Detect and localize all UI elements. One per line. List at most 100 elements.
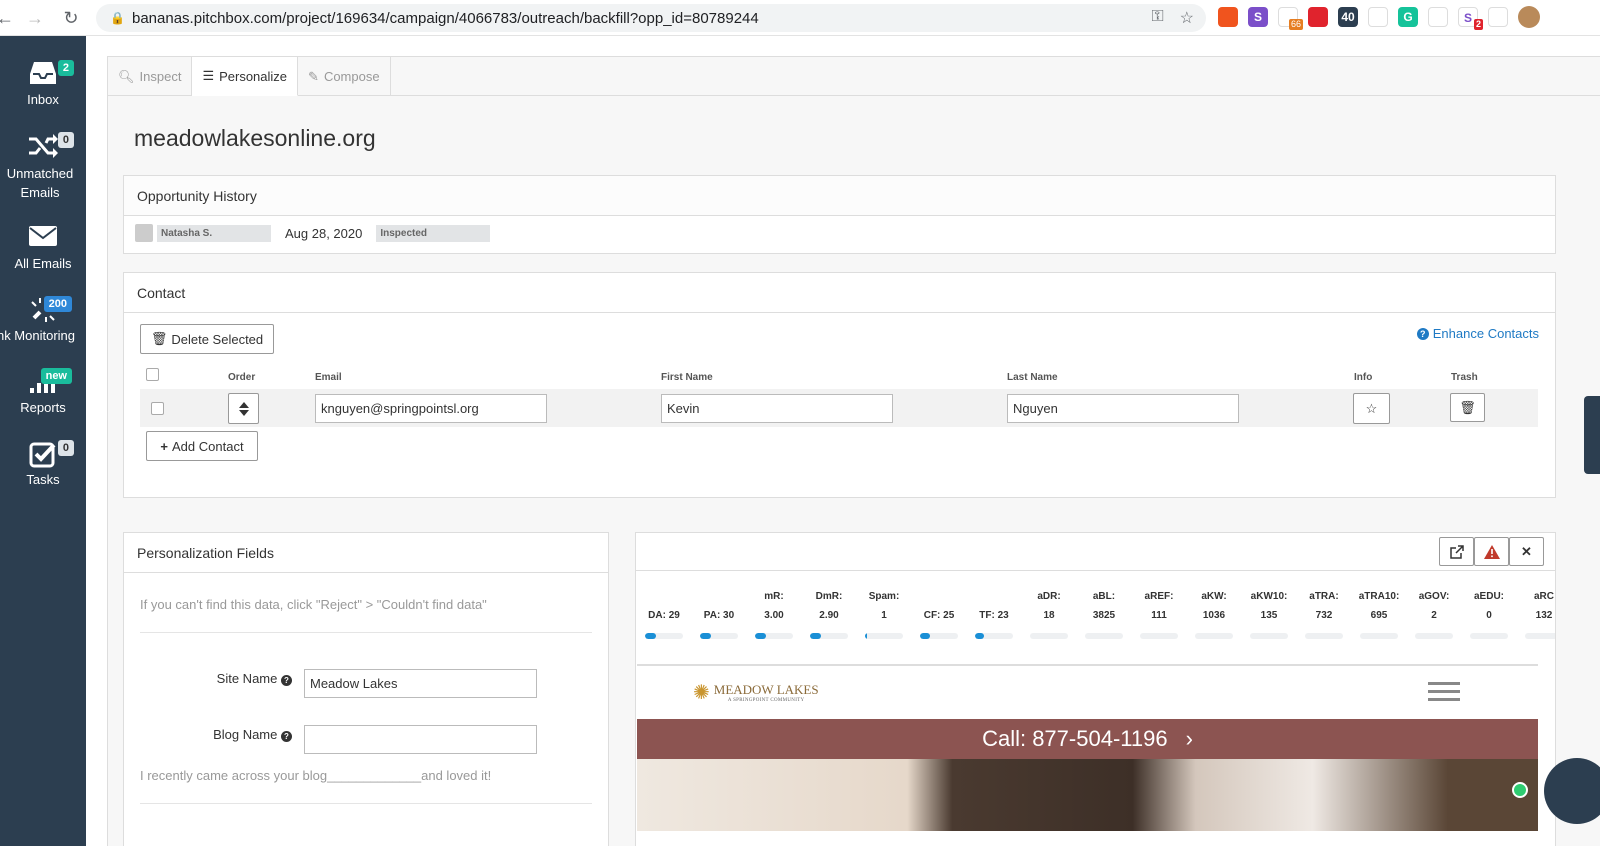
history-date: Aug 28, 2020 bbox=[285, 225, 363, 241]
enhance-contacts-link[interactable]: ? Enhance Contacts bbox=[1416, 326, 1539, 341]
metric-bar bbox=[1470, 633, 1508, 639]
metric-bar bbox=[700, 633, 738, 639]
metric-value: 732 bbox=[1315, 610, 1333, 621]
user-chip: Natasha S. bbox=[135, 224, 271, 242]
question-circle-icon: ? bbox=[281, 731, 292, 742]
metric-item: DA: 29 bbox=[639, 591, 689, 639]
sidebar-item-label: Unmatched Emails bbox=[6, 166, 74, 200]
reload-icon[interactable]: ↻ bbox=[56, 3, 86, 33]
sidebar-item-unmatched-emails[interactable]: Unmatched Emails 0 bbox=[0, 132, 86, 202]
close-button[interactable]: ✕ bbox=[1509, 537, 1544, 566]
personalization-panel: Personalization Fields If you can't find… bbox=[123, 532, 609, 846]
select-all-checkbox[interactable] bbox=[146, 368, 159, 381]
open-external-button[interactable] bbox=[1439, 537, 1474, 566]
metric-bar-fill bbox=[975, 633, 984, 639]
opportunity-history-panel: Opportunity History Natasha S. Aug 28, 2… bbox=[123, 175, 1556, 254]
logo-text: MEADOW LAKES bbox=[713, 682, 819, 697]
row-checkbox[interactable] bbox=[151, 402, 164, 415]
forward-icon[interactable]: → bbox=[20, 3, 50, 33]
hero-photo bbox=[637, 759, 1538, 831]
info-button[interactable]: ☆ bbox=[1353, 393, 1390, 424]
call-banner[interactable]: Call: 877-504-1196 › bbox=[637, 719, 1538, 759]
unmatched-count-badge: 0 bbox=[57, 132, 74, 148]
sort-icon bbox=[238, 401, 249, 416]
ext-record-icon[interactable] bbox=[1308, 7, 1328, 27]
metric-value: 0 bbox=[1486, 610, 1492, 621]
last-name-field[interactable]: Nguyen bbox=[1007, 394, 1239, 423]
tab-compose[interactable]: ✎ Compose bbox=[298, 57, 391, 96]
history-user: Natasha S. bbox=[157, 224, 271, 242]
tab-label: Compose bbox=[323, 69, 380, 84]
ext-grammarly-icon[interactable]: G bbox=[1398, 7, 1418, 27]
site-name-input[interactable]: Meadow Lakes bbox=[304, 669, 537, 698]
list-icon: ☰ bbox=[202, 68, 215, 83]
first-name-field[interactable]: Kevin bbox=[661, 394, 893, 423]
ext-40-icon[interactable]: 40 bbox=[1338, 7, 1358, 27]
sidebar-item-link-monitoring[interactable]: nk Monitoring 200 bbox=[0, 296, 86, 343]
address-bar[interactable]: 🔒 bananas.pitchbox.com/project/169634/ca… bbox=[96, 4, 1206, 32]
ext-s-icon[interactable]: S bbox=[1248, 7, 1268, 27]
bookmark-star-icon[interactable]: ☆ bbox=[1180, 8, 1194, 28]
url-text: bananas.pitchbox.com/project/169634/camp… bbox=[132, 9, 759, 27]
sidebar-item-inbox[interactable]: Inbox 2 bbox=[0, 60, 86, 107]
logo-subtext: A SPRINGPOINT COMMUNITY bbox=[727, 698, 805, 703]
ext-fox-icon[interactable] bbox=[1218, 7, 1238, 27]
sidebar-item-label: Tasks bbox=[26, 472, 60, 487]
metric-value: 1 bbox=[881, 610, 887, 621]
column-header-order: Order bbox=[228, 372, 256, 383]
metric-label: mR: bbox=[764, 591, 784, 602]
trash-button[interactable]: 🗑︎ bbox=[1450, 393, 1485, 422]
question-circle-icon: ? bbox=[281, 675, 292, 686]
reports-new-badge: new bbox=[40, 368, 72, 384]
report-button[interactable] bbox=[1474, 537, 1509, 566]
metric-bar-fill bbox=[920, 633, 930, 639]
external-link-icon bbox=[1449, 544, 1464, 559]
plus-icon: + bbox=[160, 438, 169, 454]
profile-avatar[interactable] bbox=[1518, 6, 1540, 28]
ext-puzzle-icon[interactable] bbox=[1488, 7, 1508, 27]
metric-value: TF: 23 bbox=[979, 610, 1009, 621]
metric-value: PA: 30 bbox=[703, 610, 735, 621]
ext-dots-icon[interactable]: 66 bbox=[1278, 7, 1303, 30]
menu-icon[interactable] bbox=[1428, 682, 1460, 706]
sidebar-item-tasks[interactable]: Tasks 0 bbox=[0, 440, 86, 487]
sidebar-item-all-emails[interactable]: All Emails bbox=[0, 224, 86, 271]
metric-bar bbox=[755, 633, 793, 639]
metric-bar bbox=[645, 633, 683, 639]
ext-lastpass-icon[interactable] bbox=[1428, 7, 1448, 27]
metric-bar bbox=[975, 633, 1013, 639]
email-field[interactable]: knguyen@springpointsl.org bbox=[315, 394, 547, 423]
page-title: meadowlakesonline.org bbox=[134, 125, 376, 151]
blog-name-label: Blog Name ? bbox=[164, 727, 292, 742]
sun-logo-icon: ✺ bbox=[693, 682, 710, 704]
metric-bar-fill bbox=[865, 633, 868, 639]
sidebar-item-reports[interactable]: Reports new bbox=[0, 368, 86, 415]
metric-item: PA: 30 bbox=[694, 591, 744, 639]
lock-icon: 🔒 bbox=[110, 11, 125, 25]
history-row: Natasha S. Aug 28, 2020 Inspected bbox=[124, 216, 1555, 250]
metric-item: aTRA: 732 bbox=[1299, 591, 1349, 639]
metric-bar bbox=[1525, 633, 1555, 639]
ext-link-icon[interactable] bbox=[1368, 7, 1388, 27]
delete-selected-button[interactable]: 🗑︎ Delete Selected bbox=[140, 324, 274, 354]
metric-label: aEDU: bbox=[1473, 591, 1504, 602]
reorder-button[interactable] bbox=[228, 393, 259, 424]
user-avatar-icon bbox=[135, 224, 153, 242]
metric-value: 3.00 bbox=[764, 610, 784, 621]
feedback-side-tab[interactable] bbox=[1584, 396, 1600, 474]
add-contact-button[interactable]: + Add Contact bbox=[146, 431, 258, 461]
ext-s2-icon[interactable]: S2 bbox=[1458, 7, 1483, 30]
back-icon[interactable]: ← bbox=[0, 3, 20, 33]
tab-label: Inspect bbox=[139, 69, 182, 84]
warning-icon bbox=[1483, 544, 1500, 559]
column-header-info: Info bbox=[1354, 372, 1373, 383]
blog-sentence: I recently came across your blog________… bbox=[140, 768, 492, 783]
blog-name-input[interactable] bbox=[304, 725, 537, 754]
panel-title: Opportunity History bbox=[124, 176, 1555, 216]
sidebar-item-label: All Emails bbox=[14, 256, 72, 271]
tab-inspect[interactable]: 🔍︎ Inspect bbox=[108, 57, 193, 96]
key-icon[interactable]: ⚿ bbox=[1151, 8, 1163, 28]
metric-item: TF: 23 bbox=[969, 591, 1019, 639]
inbox-count-badge: 2 bbox=[57, 60, 74, 76]
tab-personalize[interactable]: ☰ Personalize bbox=[192, 57, 299, 96]
